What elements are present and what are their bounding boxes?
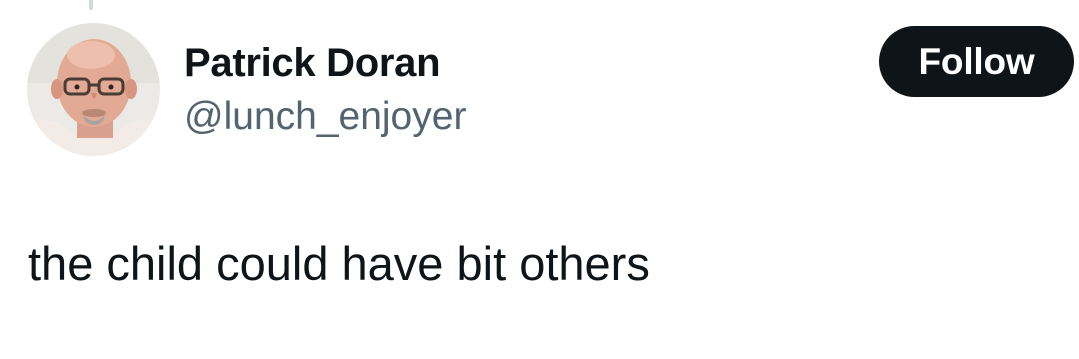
follow-button[interactable]: Follow [879, 26, 1074, 97]
author-display-name[interactable]: Patrick Doran [184, 40, 441, 86]
profile-photo-icon [27, 23, 160, 156]
author-handle[interactable]: @lunch_enjoyer [184, 94, 466, 140]
tweet-text: the child could have bit others [28, 237, 650, 290]
thread-connector-line [89, 0, 93, 10]
avatar[interactable] [27, 23, 160, 156]
